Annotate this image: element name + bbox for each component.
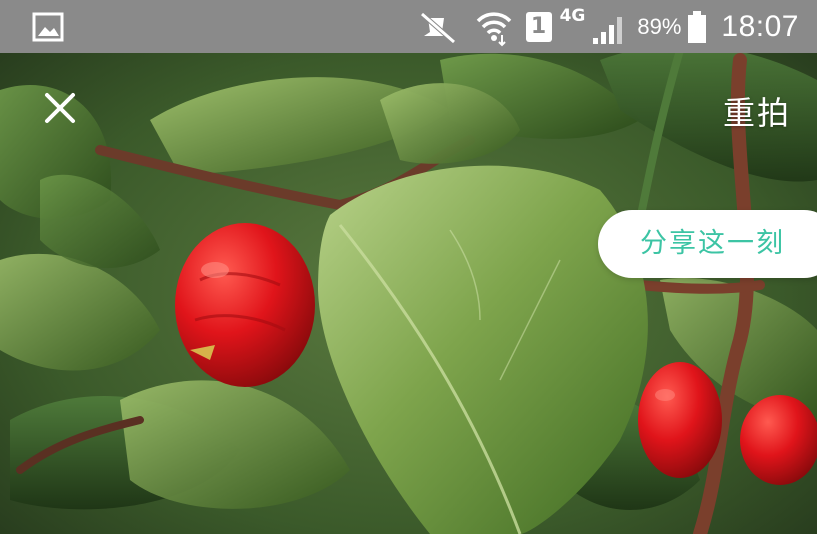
wifi-icon — [476, 11, 511, 46]
sim-icon: 1 — [525, 11, 552, 42]
battery-percent: 89% — [637, 13, 682, 39]
close-icon[interactable] — [40, 88, 80, 128]
status-bar: 1 4G 89% 18:07 — [0, 0, 817, 53]
status-icons: 1 4G 89% 18:07 — [418, 0, 799, 53]
share-moment-button[interactable]: 分享这一刻 — [598, 210, 817, 278]
signal-icon — [593, 16, 623, 44]
gallery-icon — [32, 12, 64, 42]
battery-icon — [688, 10, 707, 43]
mute-icon — [419, 11, 456, 44]
clock: 18:07 — [721, 9, 799, 43]
retake-button[interactable]: 重拍 — [723, 88, 791, 134]
network-type-label: 4G — [559, 6, 586, 26]
camera-preview-screen: 1 4G 89% 18:07 重拍 分享这一刻 — [0, 0, 817, 534]
